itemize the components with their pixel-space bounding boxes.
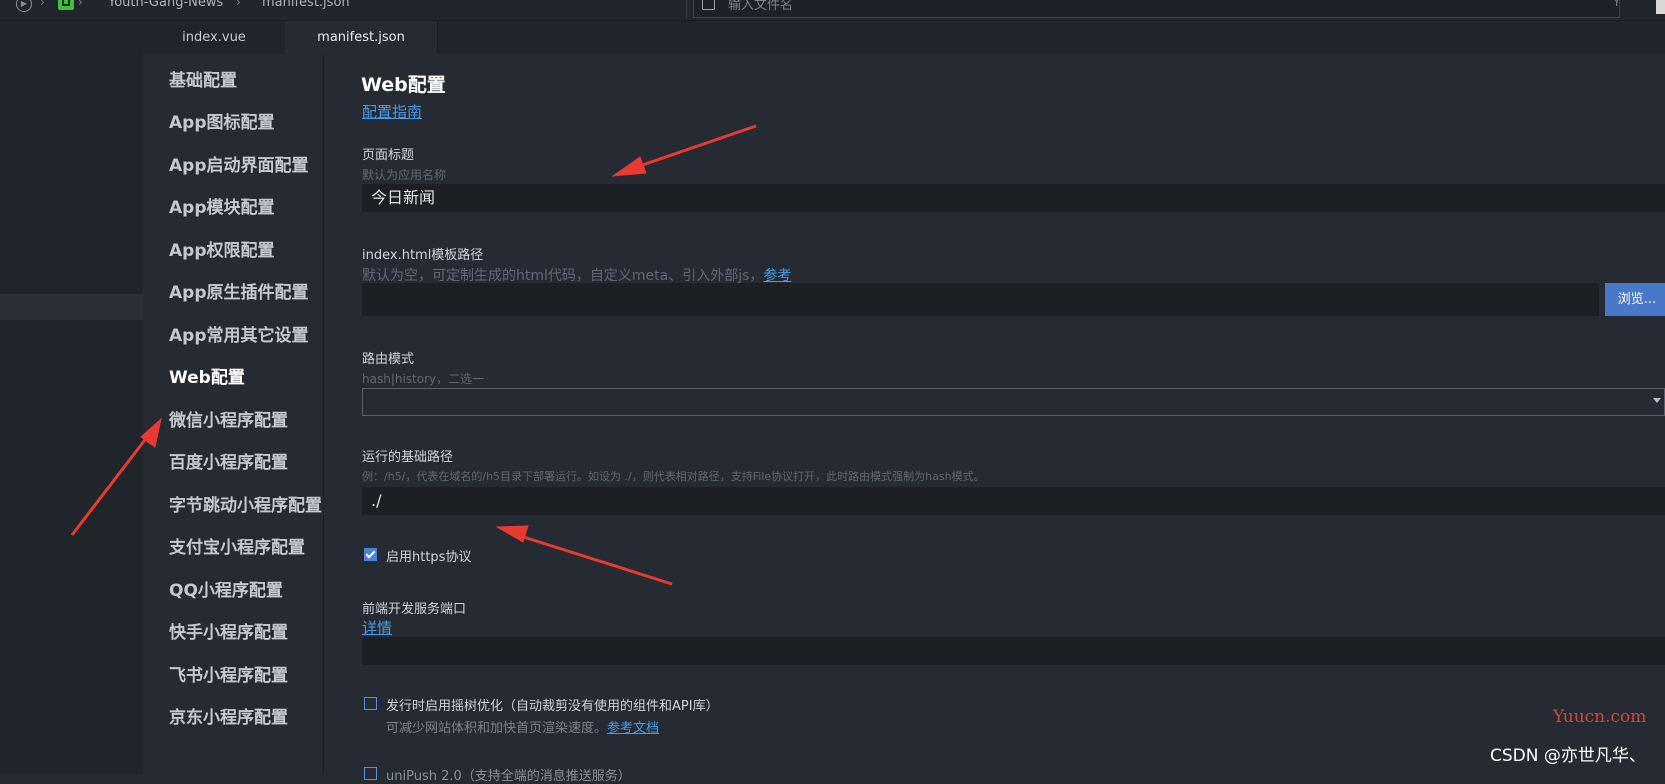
- nav-item-app-other[interactable]: App常用其它设置: [169, 321, 309, 346]
- nav-item-jd[interactable]: 京东小程序配置: [169, 703, 288, 728]
- base-path-label: 运行的基础路径: [362, 450, 454, 465]
- https-checkbox[interactable]: [364, 548, 377, 561]
- page-title-input[interactable]: 今日新闻: [362, 184, 1665, 212]
- top-toolbar: ▶ › › Youth-Gang-News › manifest.json 输入…: [0, 0, 1665, 21]
- unipush-label: uniPush 2.0（支持全端的消息推送服务）: [386, 769, 631, 784]
- page-title-label: 页面标题: [362, 148, 415, 163]
- nav-item-toutiao[interactable]: 字节跳动小程序配置: [169, 491, 322, 516]
- template-path-label: index.html模板路径: [362, 248, 484, 263]
- reference-docs-link[interactable]: 参考文档: [607, 721, 659, 736]
- base-path-hint: 例：/h5/，代表在域名的/h5目录下部署运行。如设为 ./，则代表相对路径，支…: [362, 470, 985, 483]
- nav-item-app-permissions[interactable]: App权限配置: [169, 236, 275, 261]
- browse-button[interactable]: 浏览...: [1605, 283, 1665, 316]
- tree-shaking-hint: 可减少网站体积和加快首页渲染速度。参考文档: [386, 717, 659, 736]
- template-reference-link[interactable]: 参考: [763, 268, 791, 284]
- nav-item-qq[interactable]: QQ小程序配置: [169, 576, 283, 601]
- nav-item-app-modules[interactable]: App模块配置: [169, 193, 275, 218]
- config-guide-link[interactable]: 配置指南: [362, 101, 422, 122]
- web-config-panel: Web配置 配置指南 页面标题 默认为应用名称 今日新闻 index.html模…: [324, 54, 1665, 784]
- nav-item-web[interactable]: Web配置: [169, 363, 245, 388]
- project-explorer: [0, 21, 143, 774]
- nav-item-baidu[interactable]: 百度小程序配置: [169, 448, 288, 473]
- watermark-site: Yuucn.com: [1553, 707, 1647, 727]
- router-mode-hint: hash|history，二选一: [362, 372, 485, 386]
- template-path-hint: 默认为空，可定制生成的html代码，自定义meta、引入外部js，参考: [362, 265, 791, 285]
- file-search-input[interactable]: 输入文件名 Y: [693, 0, 1620, 18]
- breadcrumb-file[interactable]: manifest.json: [262, 0, 350, 10]
- selected-tree-row[interactable]: [0, 294, 143, 320]
- dev-port-input[interactable]: [362, 637, 1665, 665]
- dev-port-details-link[interactable]: 详情: [362, 617, 392, 638]
- nav-item-app-native-plugins[interactable]: App原生插件配置: [169, 278, 309, 303]
- dev-port-label: 前端开发服务端口: [362, 602, 467, 617]
- router-mode-select[interactable]: [362, 388, 1665, 416]
- chevron-down-icon: [1653, 398, 1661, 403]
- https-label: 启用https协议: [386, 550, 472, 565]
- manifest-nav: 基础配置 App图标配置 App启动界面配置 App模块配置 App权限配置 A…: [143, 54, 324, 774]
- nav-item-kuaishou[interactable]: 快手小程序配置: [169, 618, 288, 643]
- window-control[interactable]: [1656, 0, 1665, 14]
- search-placeholder: 输入文件名: [728, 0, 794, 13]
- template-path-input[interactable]: [362, 283, 1599, 316]
- watermark-author: CSDN @亦世凡华、: [1490, 746, 1646, 766]
- template-path-hint-text: 默认为空，可定制生成的html代码，自定义meta、引入外部js，: [362, 268, 764, 284]
- breadcrumb-project[interactable]: Youth-Gang-News: [108, 0, 223, 10]
- nav-item-app-icon[interactable]: App图标配置: [169, 108, 275, 133]
- chevron-right-icon: ›: [78, 0, 83, 9]
- run-icon[interactable]: ▶: [16, 0, 32, 12]
- nav-item-app-splash[interactable]: App启动界面配置: [169, 151, 309, 176]
- project-icon: [58, 0, 74, 10]
- search-icon: [702, 0, 715, 10]
- page-title-hint: 默认为应用名称: [362, 168, 447, 182]
- tree-shaking-checkbox[interactable]: [364, 697, 377, 710]
- nav-item-weixin[interactable]: 微信小程序配置: [169, 406, 288, 431]
- toolbar-divider: [686, 0, 687, 18]
- router-mode-label: 路由模式: [362, 352, 415, 367]
- filter-icon[interactable]: Y: [1613, 0, 1620, 9]
- chevron-right-icon: ›: [40, 0, 45, 9]
- tree-shaking-hint-text: 可减少网站体积和加快首页渲染速度。: [386, 721, 608, 736]
- tab-manifest-json[interactable]: manifest.json: [285, 21, 438, 54]
- page-title: Web配置: [361, 74, 446, 96]
- editor-tabs: index.vue manifest.json: [143, 21, 1665, 54]
- nav-item-alipay[interactable]: 支付宝小程序配置: [169, 533, 305, 558]
- tree-shaking-label: 发行时启用摇树优化（自动裁剪没有使用的组件和API库）: [386, 699, 719, 714]
- base-path-input[interactable]: ./: [362, 487, 1665, 515]
- chevron-right-icon: ›: [236, 0, 241, 9]
- tab-index-vue[interactable]: index.vue: [143, 21, 286, 54]
- nav-item-lark[interactable]: 飞书小程序配置: [169, 661, 288, 686]
- nav-item-basic[interactable]: 基础配置: [169, 66, 237, 91]
